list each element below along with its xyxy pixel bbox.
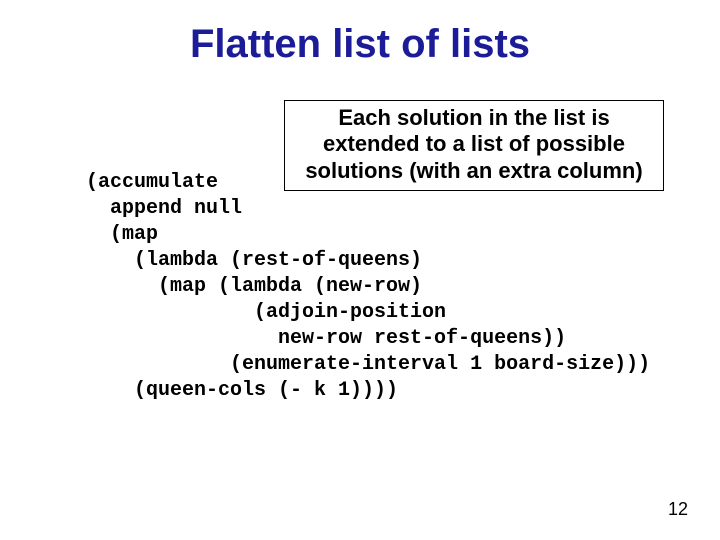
- page-number: 12: [668, 499, 688, 520]
- slide: Flatten list of lists Each solution in t…: [0, 0, 720, 540]
- code-block: (accumulate append null (map (lambda (re…: [86, 170, 650, 404]
- slide-title: Flatten list of lists: [0, 22, 720, 67]
